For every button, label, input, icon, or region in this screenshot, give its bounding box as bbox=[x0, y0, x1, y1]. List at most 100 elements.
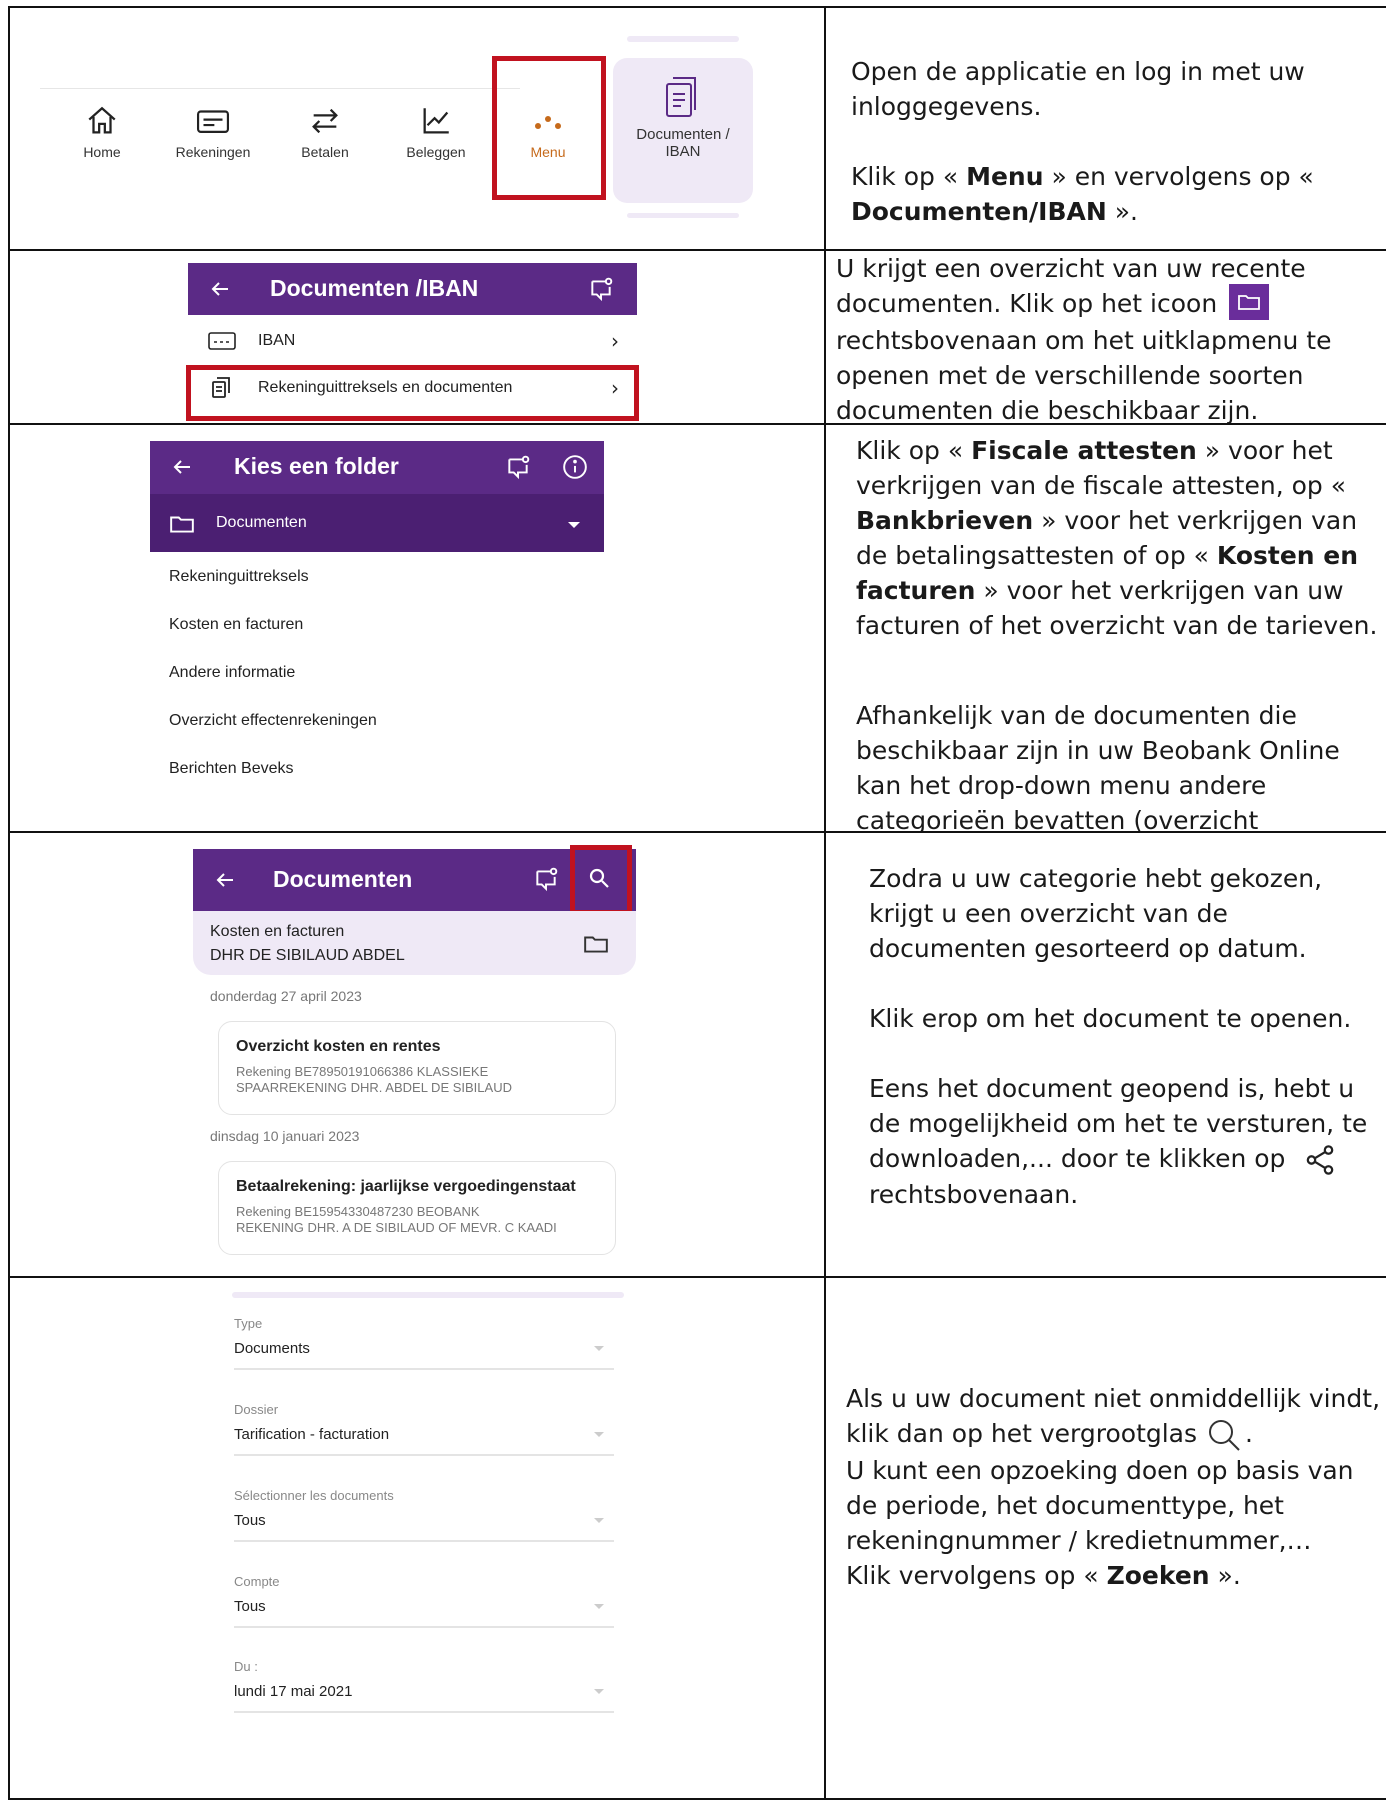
filter-category: Kosten en facturen bbox=[210, 923, 345, 940]
step-5-description: Als u uw document niet onmiddellijk vind… bbox=[846, 1381, 1381, 1593]
field-label: Du : bbox=[234, 1659, 258, 1674]
rekeninguittreksels-highlight-box bbox=[186, 365, 639, 421]
filter-summary: Kosten en facturen DHR DE SIBILAUD ABDEL bbox=[193, 911, 636, 975]
folder-item[interactable]: Berichten Beveks bbox=[169, 760, 294, 778]
tile-label-line1: Documenten / bbox=[636, 126, 730, 143]
folder-inline-icon bbox=[1229, 284, 1270, 320]
back-arrow-icon[interactable] bbox=[208, 277, 232, 301]
document-title: Overzicht kosten en rentes bbox=[236, 1038, 441, 1055]
back-arrow-icon[interactable] bbox=[170, 455, 194, 479]
step-2-p1: U krijgt een overzicht van uw recente do… bbox=[836, 254, 1332, 424]
nav-divider bbox=[40, 88, 520, 89]
nav-item-betalen[interactable]: Betalen bbox=[275, 104, 375, 160]
field-label: Dossier bbox=[234, 1402, 279, 1417]
step-2-text: U krijgt een overzicht van uw recente do… bbox=[824, 249, 1386, 425]
step-3-text: Klik op « Fiscale attesten » voor het ve… bbox=[824, 423, 1386, 833]
tile-sliver-top bbox=[627, 36, 739, 42]
nav-label-home: Home bbox=[83, 144, 121, 160]
step-3-description: Klik op « Fiscale attesten » voor het ve… bbox=[856, 433, 1381, 832]
document-subtitle: Rekening BE15954330487230 BEOBANK REKENIN… bbox=[236, 1204, 557, 1235]
document-card[interactable]: Betaalrekening: jaarlijkse vergoedingens… bbox=[218, 1161, 616, 1255]
field-value: Tous bbox=[234, 1512, 266, 1529]
step-4-text: Zodra u uw categorie hebt gekozen, krijg… bbox=[824, 831, 1386, 1278]
info-icon[interactable] bbox=[562, 454, 588, 480]
document-subtitle: Rekening BE78950191066386 KLASSIEKE SPAAR… bbox=[236, 1064, 512, 1095]
document-title: Betaalrekening: jaarlijkse vergoedingens… bbox=[236, 1178, 576, 1195]
step-1-description: Open de applicatie en log in met uw inlo… bbox=[851, 54, 1371, 229]
step-3-screenshot: Kies een folder Documenten Rekeninguittr… bbox=[8, 423, 826, 833]
step-2-description: U krijgt een overzicht van uw recente do… bbox=[836, 252, 1376, 424]
chat-help-icon[interactable] bbox=[505, 454, 531, 480]
dropdown-arrow-icon bbox=[594, 1604, 604, 1609]
field-value: Documents bbox=[234, 1340, 310, 1357]
step-row-3: Kies een folder Documenten Rekeninguittr… bbox=[8, 423, 1386, 833]
caret-down-icon bbox=[568, 522, 580, 528]
step-1-p2: Klik op « Menu » en vervolgens op « Docu… bbox=[851, 162, 1314, 226]
dropdown-arrow-icon bbox=[594, 1432, 604, 1437]
step-5-p3: Klik vervolgens op « Zoeken ». bbox=[846, 1561, 1241, 1590]
magnifier-icon bbox=[1208, 1420, 1240, 1451]
iban-card-icon bbox=[208, 332, 236, 350]
nav-item-home[interactable]: Home bbox=[52, 104, 152, 160]
documents-icon bbox=[666, 77, 696, 117]
nav-label-betalen: Betalen bbox=[301, 144, 349, 160]
chat-help-icon[interactable] bbox=[533, 866, 559, 892]
step-row-1: Home Rekeningen Betalen Beleggen Menu Do… bbox=[8, 6, 1386, 251]
chat-help-icon[interactable] bbox=[588, 276, 614, 302]
header-title: Documenten bbox=[273, 866, 413, 892]
back-arrow-icon[interactable] bbox=[213, 868, 237, 892]
list-item-iban-label: IBAN bbox=[258, 332, 296, 349]
field-value: Tarification - facturation bbox=[234, 1426, 390, 1443]
step-1-text: Open de applicatie en log in met uw inlo… bbox=[824, 6, 1386, 251]
step-row-5: Type Documents Dossier Tarification - fa… bbox=[8, 1276, 1386, 1800]
header-title: Kies een folder bbox=[234, 453, 399, 479]
kies-folder-header: Kies een folder bbox=[150, 441, 604, 494]
documenten-iban-header: Documenten /IBAN bbox=[188, 263, 637, 315]
tile-label-line2: IBAN bbox=[665, 143, 701, 160]
menu-highlight-box bbox=[492, 56, 606, 200]
list-item-iban[interactable]: IBAN › bbox=[206, 328, 626, 362]
dropdown-arrow-icon bbox=[594, 1518, 604, 1523]
step-row-2: Documenten /IBAN IBAN › Rekeninguittreks… bbox=[8, 249, 1386, 425]
field-label: Compte bbox=[234, 1574, 280, 1589]
search-highlight-box bbox=[570, 845, 632, 915]
step-1-screenshot: Home Rekeningen Betalen Beleggen Menu Do… bbox=[8, 6, 826, 251]
tile-sliver-bottom bbox=[627, 213, 739, 218]
nav-label-beleggen: Beleggen bbox=[406, 144, 466, 160]
field-value: lundi 17 mai 2021 bbox=[234, 1683, 353, 1700]
step-5-text: Als u uw document niet onmiddellijk vind… bbox=[824, 1276, 1386, 1800]
field-label: Type bbox=[234, 1316, 263, 1331]
folder-icon bbox=[170, 516, 194, 533]
step-5-screenshot: Type Documents Dossier Tarification - fa… bbox=[8, 1276, 826, 1800]
date-heading: donderdag 27 april 2023 bbox=[210, 988, 362, 1004]
step-4-p3: Eens het document geopend is, hebt u de … bbox=[869, 1074, 1368, 1209]
step-4-description: Zodra u uw categorie hebt gekozen, krijg… bbox=[869, 861, 1384, 1212]
folder-item[interactable]: Andere informatie bbox=[169, 664, 295, 682]
share-icon bbox=[1307, 1145, 1334, 1175]
document-card[interactable]: Overzicht kosten en rentes Rekening BE78… bbox=[218, 1021, 616, 1115]
date-heading: dinsdag 10 januari 2023 bbox=[210, 1128, 360, 1144]
folder-item[interactable]: Overzicht effectenrekeningen bbox=[169, 712, 377, 730]
step-4-p1: Zodra u uw categorie hebt gekozen, krijg… bbox=[869, 864, 1323, 963]
folder-dropdown[interactable]: Documenten bbox=[150, 494, 604, 552]
step-3-p2: Afhankelijk van de documenten die beschi… bbox=[856, 701, 1340, 832]
card-icon bbox=[196, 110, 230, 133]
folder-item[interactable]: Rekeninguittreksels bbox=[169, 568, 309, 586]
chart-icon bbox=[423, 108, 449, 134]
nav-item-beleggen[interactable]: Beleggen bbox=[386, 104, 486, 160]
dropdown-arrow-icon bbox=[594, 1346, 604, 1351]
nav-item-rekeningen[interactable]: Rekeningen bbox=[163, 104, 263, 160]
folder-item[interactable]: Kosten en facturen bbox=[169, 616, 303, 634]
folder-icon[interactable] bbox=[583, 933, 609, 955]
step-1-p1: Open de applicatie en log in met uw inlo… bbox=[851, 57, 1305, 121]
nav-label-rekeningen: Rekeningen bbox=[175, 144, 251, 160]
step-3-p1: Klik op « Fiscale attesten » voor het ve… bbox=[856, 436, 1378, 640]
documenten-iban-tile[interactable]: Documenten / IBAN bbox=[613, 58, 753, 203]
field-value: Tous bbox=[234, 1598, 266, 1615]
step-5-p1: Als u uw document niet onmiddellijk vind… bbox=[846, 1381, 1381, 1453]
field-label: Sélectionner les documents bbox=[234, 1488, 394, 1503]
step-2-screenshot: Documenten /IBAN IBAN › Rekeninguittreks… bbox=[8, 249, 826, 425]
folder-dropdown-label: Documenten bbox=[216, 514, 307, 531]
chevron-right-icon: › bbox=[611, 329, 619, 353]
step-row-4: Documenten Kosten en facturen DHR DE SIB… bbox=[8, 831, 1386, 1278]
